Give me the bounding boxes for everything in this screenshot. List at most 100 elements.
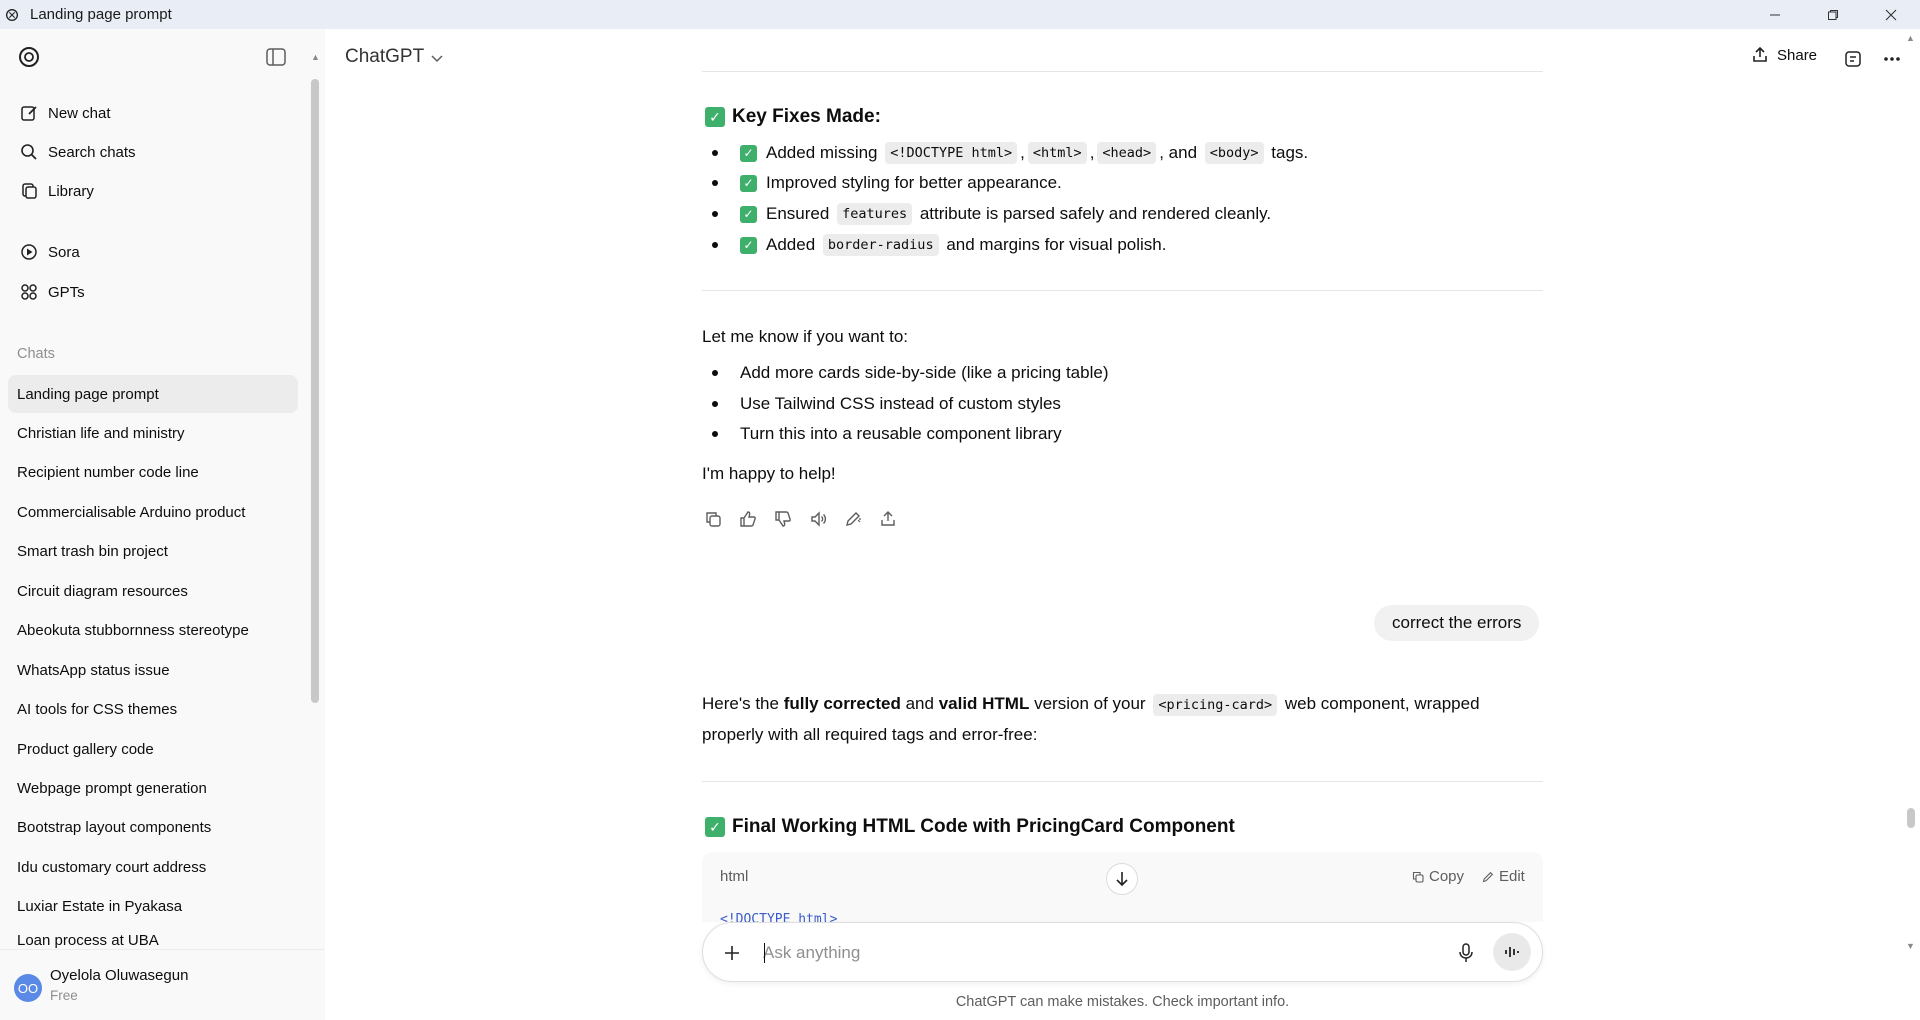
microphone-icon[interactable] <box>1455 942 1477 964</box>
assistant-reply-text: Here's the fully corrected and valid HTM… <box>702 694 1480 716</box>
inline-code: <html> <box>1027 142 1087 164</box>
chat-item[interactable]: Loan process at UBA <box>8 927 298 949</box>
window-titlebar: Landing page prompt <box>0 0 1920 29</box>
inline-code: <body> <box>1204 142 1264 164</box>
edit-code-button[interactable]: Edit <box>1482 868 1525 885</box>
reply-bold: fully corrected <box>783 694 901 713</box>
sora-icon <box>18 241 40 263</box>
canvas-notes-icon[interactable] <box>1842 48 1864 70</box>
code-first-line: <!DOCTYPE html> <box>720 912 838 922</box>
chat-item[interactable]: Bootstrap layout components <box>8 808 298 846</box>
list-item: ✓ Added border-radius and margins for vi… <box>712 234 1166 256</box>
sidebar-item-label: Library <box>48 182 94 200</box>
copy-code-button[interactable]: Copy <box>1412 868 1464 885</box>
heading-text: Final Working HTML Code with PricingCard… <box>732 816 1235 837</box>
sidebar-item-label: New chat <box>48 104 111 122</box>
sidebar-scrollbar[interactable]: ▲ <box>311 49 320 706</box>
main-scrollbar[interactable]: ▲ ▼ <box>1904 29 1916 1020</box>
search-icon <box>18 141 40 163</box>
restore-button[interactable] <box>1804 0 1862 29</box>
list-item: ✓ Improved styling for better appearance… <box>712 173 1062 193</box>
sidebar-item-label: GPTs <box>48 283 85 301</box>
share-icon[interactable] <box>877 508 899 530</box>
sidebar-item-library[interactable]: Library <box>8 173 298 209</box>
user-plan: Free <box>50 988 78 1003</box>
chat-item[interactable]: WhatsApp status issue <box>8 651 298 689</box>
chat-item[interactable]: Circuit diagram resources <box>8 572 298 610</box>
chatgpt-logo-icon[interactable] <box>17 45 41 69</box>
copy-icon <box>1412 871 1424 883</box>
check-mark-icon: ✓ <box>705 817 725 837</box>
edit-in-canvas-icon[interactable] <box>842 508 864 530</box>
list-text: tags. <box>1271 143 1309 162</box>
code-language-label: html <box>720 868 749 885</box>
chat-item[interactable]: Luxiar Estate in Pyakasa <box>8 887 298 925</box>
share-button[interactable]: Share <box>1751 46 1817 64</box>
user-profile[interactable]: OO Oyelola Oluwasegun Free <box>0 949 325 1020</box>
list-text: Ensured <box>766 204 830 223</box>
list-item: ✓ Ensured features attribute is parsed s… <box>712 203 1271 225</box>
check-mark-icon: ✓ <box>705 107 725 127</box>
chat-item[interactable]: Landing page prompt <box>8 375 298 413</box>
chats-heading: Chats <box>17 346 55 362</box>
avatar: OO <box>14 974 42 1002</box>
prompt-input[interactable] <box>763 940 1363 966</box>
chat-item[interactable]: Smart trash bin project <box>8 532 298 570</box>
chat-item[interactable]: Product gallery code <box>8 730 298 768</box>
thumbs-down-icon[interactable] <box>772 508 794 530</box>
chat-item[interactable]: Commercialisable Arduino product <box>8 493 298 531</box>
chat-item[interactable]: Abeokuta stubbornness stereotype <box>8 611 298 649</box>
sidebar-item-sora[interactable]: Sora <box>8 234 298 270</box>
inline-code: <head> <box>1097 142 1157 164</box>
sidebar-item-label: Sora <box>48 243 80 261</box>
reply-bold: valid HTML <box>938 694 1030 713</box>
chat-item[interactable]: Idu customary court address <box>8 848 298 886</box>
model-selector[interactable]: ChatGPT <box>345 45 443 69</box>
check-mark-icon: ✓ <box>740 174 757 192</box>
scroll-up-arrow-icon[interactable]: ▲ <box>311 52 320 62</box>
pencil-icon <box>1482 871 1494 883</box>
copy-icon[interactable] <box>702 508 724 530</box>
scroll-down-arrow-icon[interactable]: ▼ <box>1906 941 1915 951</box>
arrow-down-icon <box>1115 871 1129 887</box>
list-text: Add more cards side-by-side (like a pric… <box>740 363 1109 382</box>
check-mark-icon: ✓ <box>740 144 757 162</box>
reply-text: version of your <box>1034 694 1146 713</box>
list-item: ✓ Added missing <!DOCTYPE html>, <html>,… <box>712 142 1308 164</box>
voice-mode-button[interactable] <box>1493 933 1531 971</box>
more-options-icon[interactable] <box>1881 48 1903 70</box>
text-caret <box>764 943 765 963</box>
thumbs-up-icon[interactable] <box>737 508 759 530</box>
library-icon <box>18 180 40 202</box>
read-aloud-icon[interactable] <box>807 508 829 530</box>
closing-text: I'm happy to help! <box>702 464 836 483</box>
list-item: Add more cards side-by-side (like a pric… <box>712 363 1109 383</box>
list-text: Added <box>766 235 816 254</box>
inline-code: border-radius <box>822 234 939 256</box>
new-chat-icon <box>18 102 40 124</box>
add-attachment-icon[interactable] <box>721 942 743 964</box>
chat-item[interactable]: AI tools for CSS themes <box>8 690 298 728</box>
divider <box>702 290 1543 291</box>
minimize-button[interactable] <box>1746 0 1804 29</box>
sidebar-scroll-thumb[interactable] <box>311 79 319 703</box>
close-button[interactable] <box>1862 0 1920 29</box>
chat-item[interactable]: Christian life and ministry <box>8 414 298 452</box>
user-message-bubble: correct the errors <box>1374 605 1540 641</box>
sidebar: New chat Search chats Library Sora GPTs … <box>0 29 325 1020</box>
share-icon <box>1751 46 1769 64</box>
scroll-to-bottom-button[interactable] <box>1106 863 1138 895</box>
chat-item[interactable]: Recipient number code line <box>8 453 298 491</box>
sidebar-item-search-chats[interactable]: Search chats <box>8 134 298 170</box>
chevron-down-icon <box>431 47 443 69</box>
sidebar-item-new-chat[interactable]: New chat <box>8 95 298 131</box>
divider <box>702 781 1543 782</box>
check-mark-icon: ✓ <box>740 205 757 223</box>
sidebar-item-gpts[interactable]: GPTs <box>8 274 298 310</box>
main-scroll-thumb[interactable] <box>1907 808 1915 828</box>
let-me-know-text: Let me know if you want to: <box>702 327 908 346</box>
sidebar-toggle-icon[interactable] <box>266 48 288 68</box>
check-mark-icon: ✓ <box>740 236 757 254</box>
scroll-up-arrow-icon[interactable]: ▲ <box>1906 33 1915 43</box>
chat-item[interactable]: Webpage prompt generation <box>8 769 298 807</box>
